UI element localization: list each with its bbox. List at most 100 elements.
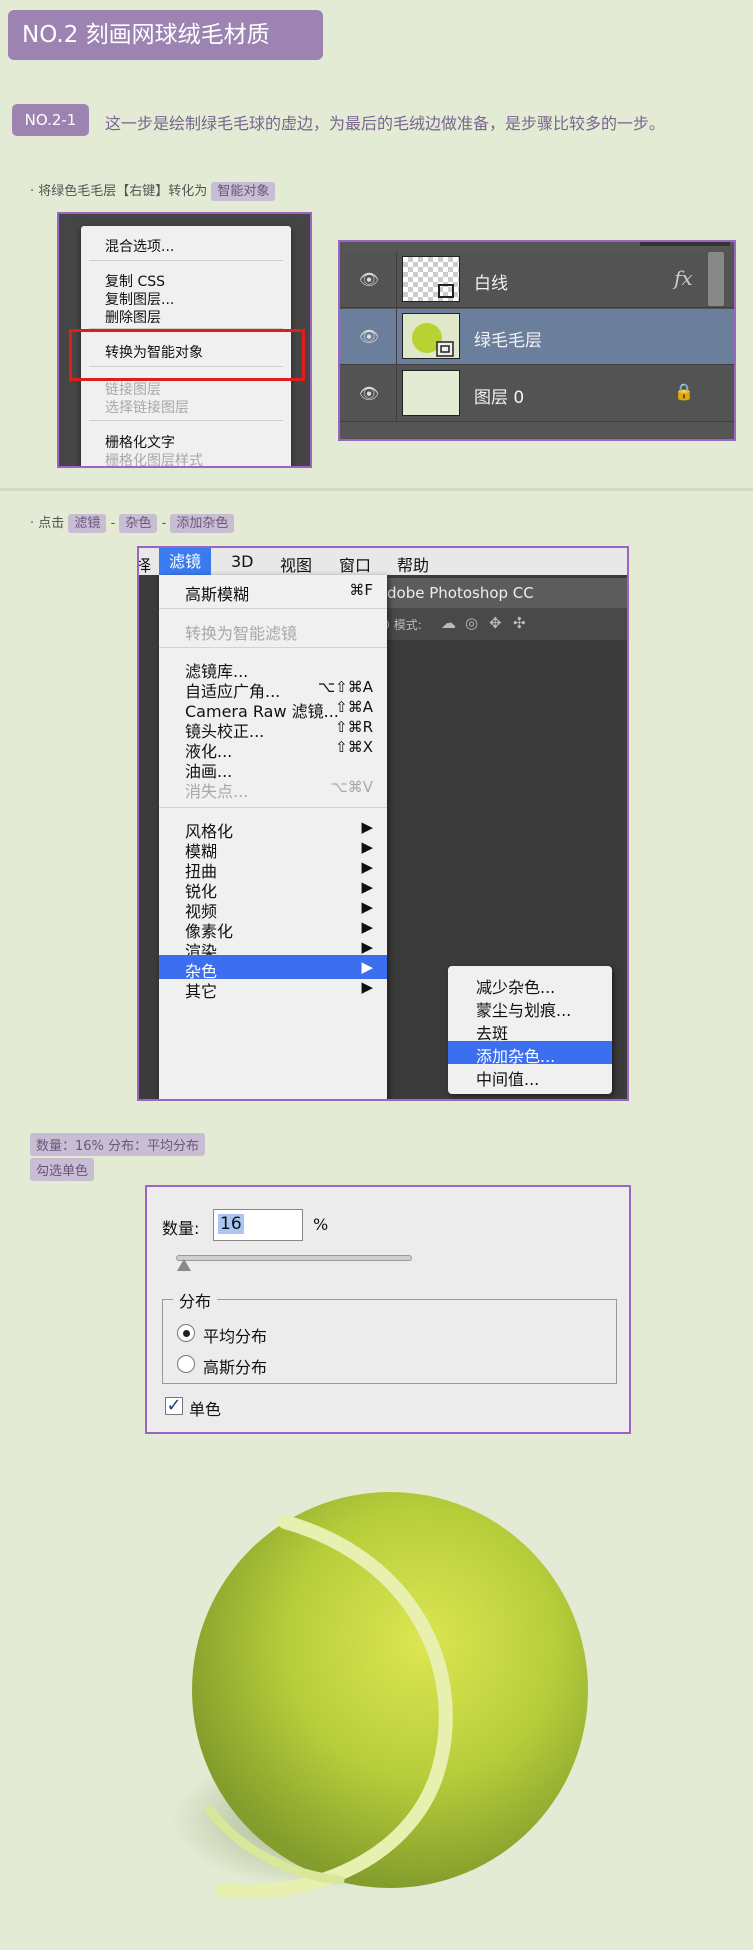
noise-item-despeckle[interactable]: 去斑 [448,1018,612,1043]
panel-top-edge [640,242,730,246]
amount-unit: % [313,1215,329,1234]
amount-input[interactable]: 16 [213,1209,303,1241]
noise-item-dust-scratches[interactable]: 蒙尘与划痕... [448,995,612,1020]
item-shortcut: ⇧⌘A [335,698,373,716]
note-highlight-noise: 杂色 [119,514,158,533]
add-noise-dialog: 数量: 16 % 分布 平均分布 高斯分布 ✓ 单色 [145,1185,631,1434]
submenu-arrow-icon: ▶ [361,898,373,916]
noise-submenu: 减少杂色... 蒙尘与划痕... 去斑 添加杂色... 中间值... [448,966,612,1094]
menu-separator [89,260,283,261]
filter-item-convert-smart: 转换为智能滤镜 [159,617,387,643]
orbit-icon[interactable]: ☁ [441,614,456,632]
eye-icon[interactable]: 👁 [358,326,380,348]
menu-item-duplicate-layer[interactable]: 复制图层... [105,289,174,309]
note-smart-object: · 将绿色毛毛层【右键】转化为 智能对象 [30,180,276,201]
menu-separator [159,608,387,609]
layer-name: 绿毛毛层 [474,331,542,351]
layer-name: 图层 0 [474,388,525,408]
drag-icon[interactable]: ✥ [489,614,502,632]
note-highlight-add-noise: 添加杂色 [170,514,235,533]
noise-item-median[interactable]: 中间值... [448,1064,612,1089]
menu-item-rasterize-type[interactable]: 栅格化文字 [105,432,175,452]
ball-thumbnail-icon [412,323,454,357]
ps-title-bar: Adobe Photoshop CC [367,578,627,608]
note-prefix: · 将绿色毛毛层【右键】转化为 [30,184,208,199]
menubar-item-select[interactable]: 择 [139,552,151,576]
step-badge: NO.2-1 [12,104,89,136]
item-shortcut: ⇧⌘X [335,738,373,756]
filter-item-other[interactable]: 其它 ▶ [159,975,387,1001]
uniform-radio[interactable] [177,1324,195,1342]
distribution-legend: 分布 [173,1288,218,1312]
item-label: 其它 [185,982,218,1001]
slide-icon[interactable]: ✣ [513,614,526,632]
eye-icon[interactable]: 👁 [358,269,380,291]
layer-thumbnail [402,370,460,416]
noise-item-reduce[interactable]: 减少杂色... [448,972,612,997]
step-description: 这一步是绘制绿毛毛球的虚边，为最后的毛绒边做准备，是步骤比较多的一步。 [105,114,666,133]
column-divider [396,309,397,365]
submenu-arrow-icon: ▶ [361,818,373,836]
item-label: 高斯模糊 [185,585,250,604]
layer-row-white-line[interactable]: 👁 白线 fx [340,252,734,308]
menu-separator [89,420,283,421]
section-divider [0,488,753,491]
uniform-label: 平均分布 [203,1327,268,1346]
menubar-item-filter[interactable]: 滤镜 [159,548,212,575]
page-title: NO.2 刻画网球绒毛材质 [8,10,323,60]
menu-item-delete-layer[interactable]: 删除图层 [105,307,161,327]
item-label: 中间值... [476,1070,540,1089]
note-settings: 数量：16% 分布：平均分布 [30,1133,206,1156]
submenu-arrow-icon: ▶ [361,878,373,896]
filter-item-vanishing-point: 消失点... ⌥⌘V [159,775,387,801]
menu-bar: 择 滤镜 3D 视图 窗口 帮助 [139,548,627,575]
menubar-item-help[interactable]: 帮助 [397,552,429,576]
fx-icon[interactable]: fx [674,266,693,290]
layer-row-layer-0[interactable]: 👁 图层 0 🔒 [340,366,734,422]
menu-separator [159,647,387,648]
amount-label: 数量: [162,1219,200,1238]
submenu-arrow-icon: ▶ [361,938,373,956]
menu-item-copy-css[interactable]: 复制 CSS [105,271,165,291]
note-highlight-filter: 滤镜 [68,514,107,533]
submenu-arrow-icon: ▶ [361,918,373,936]
column-divider [396,252,397,308]
menu-item-blending-options[interactable]: 混合选项... [105,236,174,256]
note-highlight: 智能对象 [211,182,276,201]
menubar-item-3d[interactable]: 3D [231,552,254,571]
item-shortcut: ⌥⇧⌘A [317,678,373,696]
context-menu-screenshot: 混合选项... 复制 CSS 复制图层... 删除图层 转换为智能对象 链接图层… [57,212,312,468]
amount-value: 16 [218,1214,244,1234]
gaussian-label: 高斯分布 [203,1358,268,1377]
menubar-item-window[interactable]: 窗口 [339,552,371,576]
ball-fuzz-texture [192,1492,588,1888]
filter-item-gaussian-blur[interactable]: 高斯模糊 ⌘F [159,578,387,604]
note-prefix: · 点击 [30,516,65,531]
filter-dropdown: 高斯模糊 ⌘F 转换为智能滤镜 滤镜库... 自适应广角... ⌥⇧⌘A Camer… [159,575,387,1099]
layer-row-green-fuzz[interactable]: 👁 绿毛毛层 [340,309,734,365]
monochrome-checkbox[interactable]: ✓ [165,1397,183,1415]
roll-icon[interactable]: ◎ [465,614,478,632]
tennis-ball-illustration [170,1492,588,1899]
eye-icon[interactable]: 👁 [358,383,380,405]
menubar-item-view[interactable]: 视图 [280,552,312,576]
panel-scrollbar[interactable] [708,252,724,306]
note-separator: - [110,516,116,531]
amount-slider-track[interactable] [176,1255,412,1261]
item-label: 消失点... [185,782,249,801]
noise-item-add-noise[interactable]: 添加杂色... [448,1041,612,1066]
menu-item-link-layers: 链接图层 [105,382,161,398]
note-monochrome: 勾选单色 [30,1158,95,1181]
item-shortcut: ⇧⌘R [335,718,373,736]
highlight-box [69,329,305,381]
monochrome-label: 单色 [189,1400,222,1419]
gaussian-radio[interactable] [177,1355,195,1373]
item-shortcut: ⌘F [349,581,373,599]
amount-slider-thumb[interactable] [177,1259,191,1271]
smart-object-badge-icon [438,284,454,298]
layer-thumbnail [402,313,460,359]
lock-icon: 🔒 [674,382,694,401]
layer-name: 白线 [474,274,508,294]
column-divider [396,366,397,422]
submenu-arrow-icon: ▶ [361,838,373,856]
